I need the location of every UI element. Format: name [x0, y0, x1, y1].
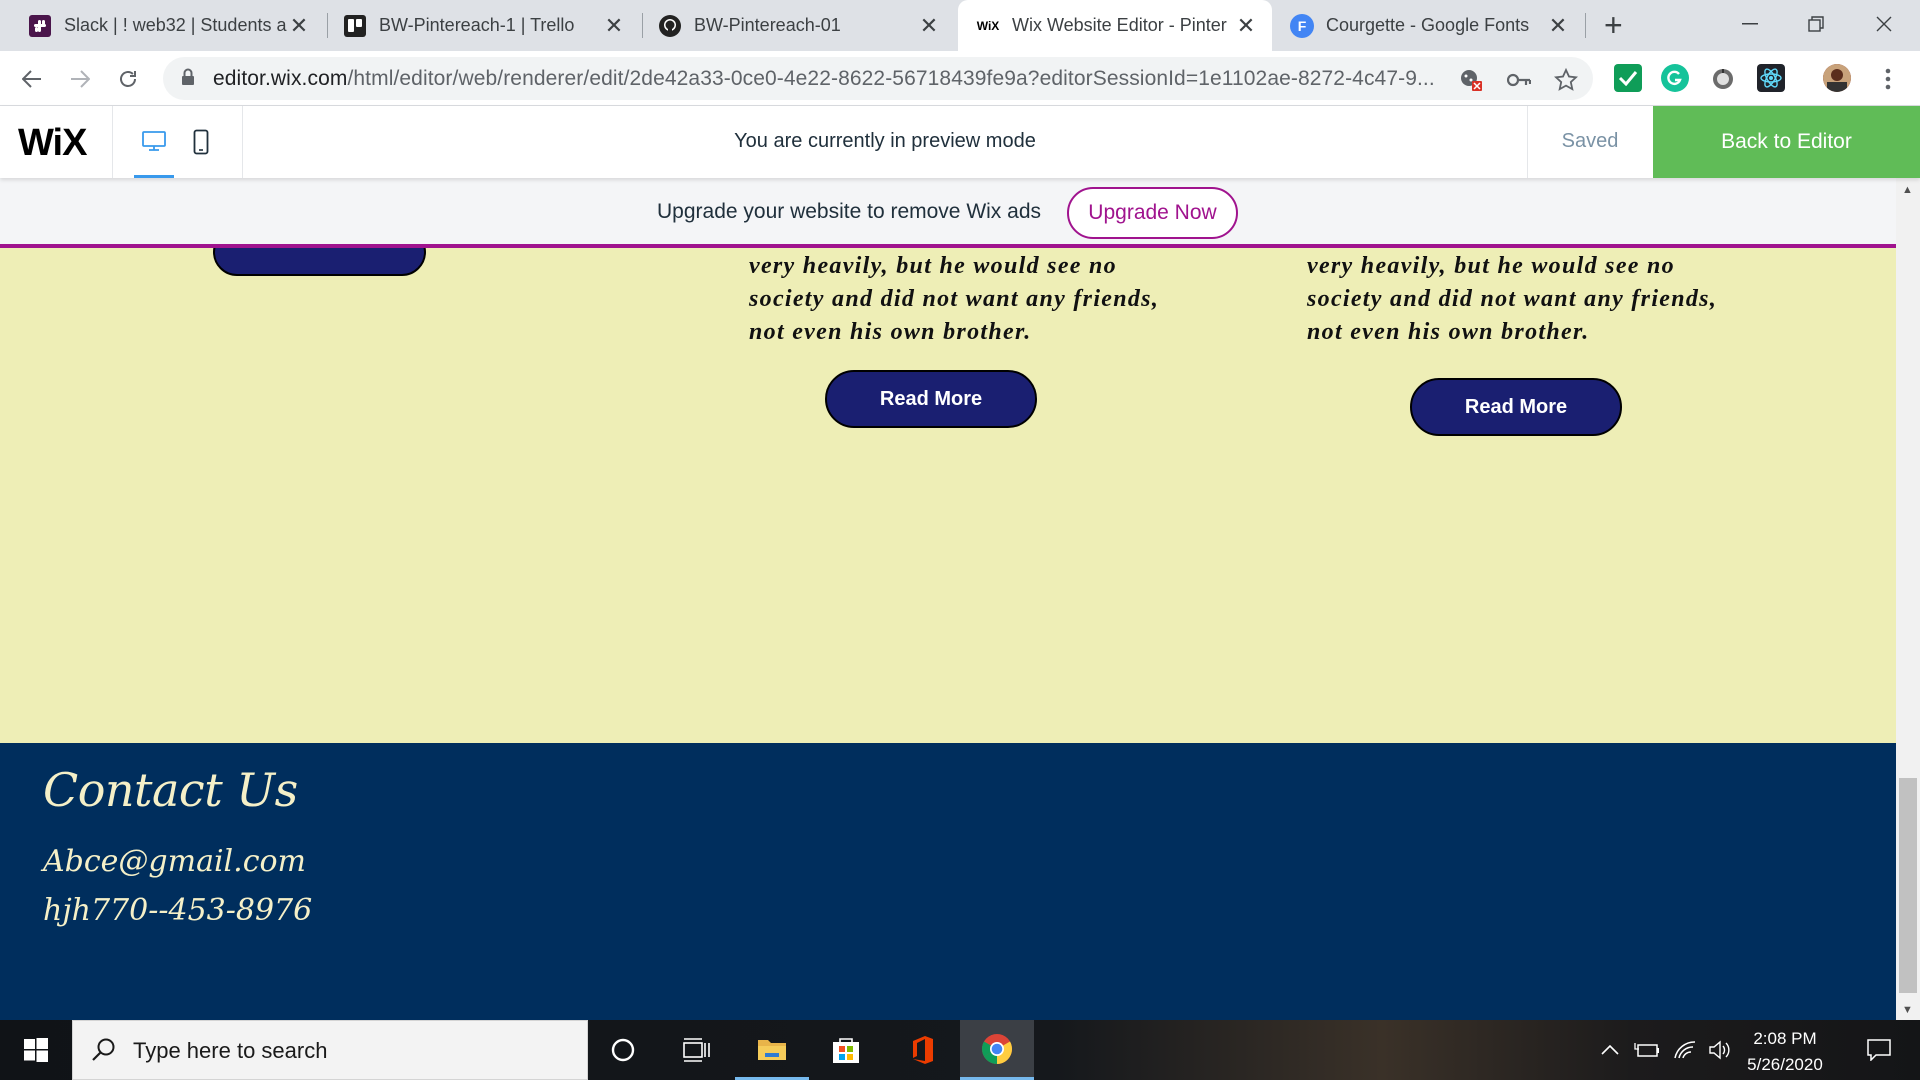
address-bar[interactable]: editor.wix.com/html/editor/web/renderer/… — [163, 57, 1593, 100]
tab-github[interactable]: BW-Pintereach-01 ✕ — [630, 0, 955, 51]
task-view-icon[interactable] — [660, 1020, 734, 1080]
preview-mode-message: You are currently in preview mode — [734, 130, 1036, 152]
screen: Slack | ! web32 | Students a ✕ BW-Pinter… — [0, 0, 1920, 1080]
tab-wix-editor[interactable]: WiX Wix Website Editor - Pinter ✕ — [958, 0, 1272, 51]
grammarly-icon[interactable] — [1661, 64, 1689, 92]
reload-icon[interactable] — [110, 61, 146, 97]
react-devtools-icon[interactable] — [1757, 64, 1785, 92]
tab-title: BW-Pintereach-1 | Trello — [379, 15, 575, 35]
close-icon[interactable]: ✕ — [602, 13, 626, 39]
story-excerpt: very heavily, but he would see no societ… — [749, 253, 1160, 345]
browser-tab-strip: Slack | ! web32 | Students a ✕ BW-Pinter… — [0, 0, 1920, 51]
chevron-up-icon[interactable] — [1596, 1020, 1624, 1080]
taskbar-search-box[interactable]: Type here to search — [72, 1020, 588, 1080]
page-scrollbar[interactable]: ▲ ▼ — [1896, 178, 1920, 1020]
google-fonts-icon: F — [1290, 13, 1314, 38]
desktop-icon — [142, 130, 166, 151]
chrome-icon[interactable] — [960, 1020, 1034, 1080]
mobile-view-button[interactable] — [186, 106, 216, 178]
divider — [242, 106, 243, 178]
tab-trello[interactable]: BW-Pintereach-1 | Trello ✕ — [315, 0, 640, 51]
more-vertical-icon[interactable] — [1870, 61, 1906, 97]
github-icon — [658, 14, 682, 38]
browser-toolbar: editor.wix.com/html/editor/web/renderer/… — [0, 51, 1920, 106]
upgrade-message: Upgrade your website to remove Wix ads — [657, 200, 1041, 223]
close-icon[interactable]: ✕ — [1234, 13, 1258, 39]
trello-icon — [343, 14, 367, 38]
search-icon — [91, 1037, 117, 1068]
wifi-icon[interactable] — [1668, 1020, 1702, 1080]
minimize-icon[interactable] — [1722, 6, 1778, 42]
close-icon[interactable]: ✕ — [1546, 13, 1570, 39]
scroll-down-icon[interactable]: ▼ — [1902, 1004, 1913, 1016]
tab-title: BW-Pintereach-01 — [694, 15, 841, 35]
mobile-icon — [193, 129, 209, 155]
cortana-icon[interactable] — [586, 1020, 660, 1080]
search-placeholder: Type here to search — [133, 1038, 328, 1063]
tab-title: Courgette - Google Fonts — [1326, 15, 1530, 35]
tab-slack[interactable]: Slack | ! web32 | Students a ✕ — [0, 0, 325, 51]
apple-extension-icon[interactable] — [1709, 64, 1737, 92]
divider — [112, 106, 113, 178]
tab-title: Wix Website Editor - Pinter — [1012, 15, 1227, 35]
tab-google-fonts[interactable]: F Courgette - Google Fonts ✕ — [1272, 0, 1584, 51]
scrollbar-thumb[interactable] — [1899, 778, 1917, 993]
notifications-icon[interactable] — [1854, 1020, 1904, 1080]
lock-icon — [181, 68, 195, 86]
story-excerpt: very heavily, but he would see no societ… — [1307, 253, 1718, 345]
battery-icon[interactable] — [1630, 1020, 1664, 1080]
windows-start-icon[interactable] — [0, 1020, 72, 1080]
url-host: editor.wix.com — [213, 67, 348, 90]
close-icon[interactable]: ✕ — [917, 13, 941, 39]
forward-arrow-icon[interactable] — [62, 61, 98, 97]
close-window-icon[interactable] — [1856, 6, 1912, 42]
clock-time: 2:08 PM — [1753, 1029, 1817, 1048]
tab-title: Slack | ! web32 | Students a — [64, 15, 287, 35]
file-explorer-icon[interactable] — [735, 1020, 809, 1080]
contact-email[interactable]: Abce@gmail.com — [43, 844, 306, 879]
contact-phone: hjh770--453-8976 — [43, 893, 313, 928]
wix-icon: WiX — [976, 18, 1000, 33]
restore-icon[interactable] — [1788, 6, 1844, 42]
page-content: very heavily, but he would see no societ… — [0, 228, 1896, 743]
tab-separator — [1585, 13, 1586, 38]
upgrade-banner: Upgrade your website to remove Wix ads U… — [0, 178, 1896, 248]
upgrade-now-button[interactable]: Upgrade Now — [1067, 187, 1238, 239]
windows-taskbar: Type here to search 2:08 PM 5/26/2020 — [0, 1020, 1920, 1080]
key-icon[interactable] — [1506, 67, 1532, 93]
wix-logo: WiX — [18, 122, 87, 164]
blocked-cookies-icon[interactable] — [1458, 67, 1484, 93]
contact-title: Contact Us — [43, 763, 298, 817]
desktop-view-button[interactable] — [134, 106, 174, 178]
url-path: /html/editor/web/renderer/edit/2de42a33-… — [347, 67, 1435, 90]
read-more-button[interactable]: Read More — [1410, 378, 1622, 436]
saved-status: Saved — [1561, 130, 1619, 152]
url-text: editor.wix.com/html/editor/web/renderer/… — [213, 67, 1435, 91]
wix-preview-header: WiX You are currently in preview mode Sa… — [0, 106, 1920, 178]
avatar[interactable] — [1823, 64, 1851, 92]
slack-icon — [28, 14, 52, 38]
close-icon[interactable]: ✕ — [287, 13, 311, 39]
microsoft-store-icon[interactable] — [809, 1020, 883, 1080]
back-arrow-icon[interactable] — [14, 61, 50, 97]
read-more-button[interactable]: Read More — [825, 370, 1037, 428]
scroll-up-icon[interactable]: ▲ — [1902, 184, 1913, 196]
footer-contact: Contact Us Abce@gmail.com hjh770--453-89… — [0, 743, 1896, 1020]
new-tab-button[interactable]: + — [1604, 8, 1623, 42]
system-clock[interactable]: 2:08 PM 5/26/2020 — [1730, 1026, 1840, 1078]
checkmark-extension-icon[interactable] — [1614, 64, 1642, 92]
star-icon[interactable] — [1553, 67, 1579, 93]
office-icon[interactable] — [886, 1020, 960, 1080]
back-to-editor-button[interactable]: Back to Editor — [1653, 106, 1920, 178]
clock-date: 5/26/2020 — [1747, 1055, 1823, 1074]
